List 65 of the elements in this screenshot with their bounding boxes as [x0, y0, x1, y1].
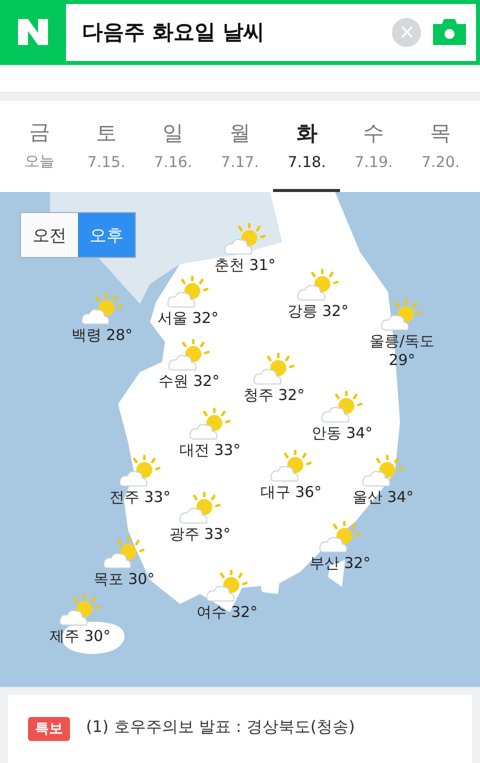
- partly-sunny-icon: [380, 298, 424, 332]
- search-query: 다음주 화요일 날씨: [82, 19, 266, 46]
- city-temperature: 목포 30°: [93, 570, 155, 590]
- partly-sunny-icon: [320, 390, 364, 424]
- weekday: 월: [229, 120, 250, 147]
- partly-sunny-icon: [167, 338, 211, 372]
- weekday: 목: [430, 120, 452, 147]
- partly-sunny-icon: [58, 593, 102, 628]
- date: 7.18.: [288, 152, 326, 171]
- alert-badge: 특보: [28, 717, 70, 741]
- weekday: 금: [28, 119, 50, 146]
- day-tab[interactable]: 토 7.15.: [72, 100, 140, 192]
- weekday: 수: [363, 120, 384, 147]
- city-temperature: 부산 32°: [309, 554, 371, 574]
- date: 오늘: [24, 152, 54, 172]
- date: 7.15.: [87, 152, 126, 171]
- city-temperature: 여수 32°: [196, 603, 258, 622]
- partly-sunny-icon: [361, 454, 405, 488]
- partly-sunny-icon: [118, 454, 162, 488]
- period-toggle-button[interactable]: 오후: [78, 213, 135, 258]
- date: 7.17.: [220, 152, 260, 171]
- city-temperature: 울산 34°: [352, 488, 414, 508]
- weekday: 일: [162, 120, 184, 147]
- partly-sunny-icon: [318, 520, 362, 554]
- camera-button[interactable]: [433, 19, 466, 46]
- partly-sunny-icon: [80, 292, 124, 326]
- weekday: 토: [96, 120, 117, 147]
- city-temperature: 안동 34°: [311, 424, 373, 444]
- city-temperature: 전주 33°: [109, 488, 171, 508]
- partly-sunny-icon: [188, 407, 232, 442]
- day-tab[interactable]: 목 7.20.: [407, 100, 474, 192]
- search-field[interactable]: 다음주 화요일 날씨: [66, 4, 476, 61]
- date: 7.19.: [354, 152, 393, 171]
- partly-sunny-icon: [178, 491, 222, 526]
- partly-sunny-icon: [269, 449, 313, 484]
- day-tab[interactable]: 월 7.17.: [206, 100, 274, 192]
- partly-sunny-icon: [223, 222, 267, 256]
- day-tab[interactable]: 일 7.16.: [140, 100, 207, 192]
- date: 7.20.: [421, 152, 460, 171]
- partly-sunny-icon: [205, 569, 249, 604]
- logo[interactable]: [18, 19, 48, 46]
- weekday: 화: [296, 120, 318, 147]
- partly-sunny-icon: [102, 536, 146, 570]
- city-temperature: 강릉 32°: [287, 302, 349, 322]
- date: 7.16.: [154, 152, 192, 171]
- alert-text[interactable]: (1) 호우주의보 발표 : 경상북도(청송): [86, 717, 355, 738]
- city-temperature: 서울 32°: [157, 309, 219, 328]
- city-temperature: 수원 32°: [158, 372, 220, 392]
- city-temperature: 청주 32°: [243, 386, 305, 406]
- partly-sunny-icon: [296, 268, 340, 302]
- day-tab[interactable]: 수 7.19.: [340, 100, 408, 192]
- city-temperature: 대구 36°: [260, 483, 322, 502]
- city-temperature: 춘천 31°: [214, 256, 276, 276]
- partly-sunny-icon: [166, 275, 210, 310]
- city-temperature: 제주 30°: [49, 627, 111, 646]
- close-icon: [400, 26, 412, 38]
- clear-button[interactable]: [392, 18, 421, 47]
- period-toggle-button[interactable]: 오전: [21, 213, 78, 258]
- city-temperature: 백령 28°: [71, 326, 133, 346]
- city-temperature: 대전 33°: [179, 441, 241, 460]
- camera-icon: [433, 19, 466, 46]
- city-temperature: 광주 33°: [169, 525, 231, 544]
- city-temperature: 울릉/독도 29°: [368, 332, 436, 370]
- partly-sunny-icon: [252, 352, 296, 386]
- day-tab[interactable]: 금 오늘: [6, 100, 73, 192]
